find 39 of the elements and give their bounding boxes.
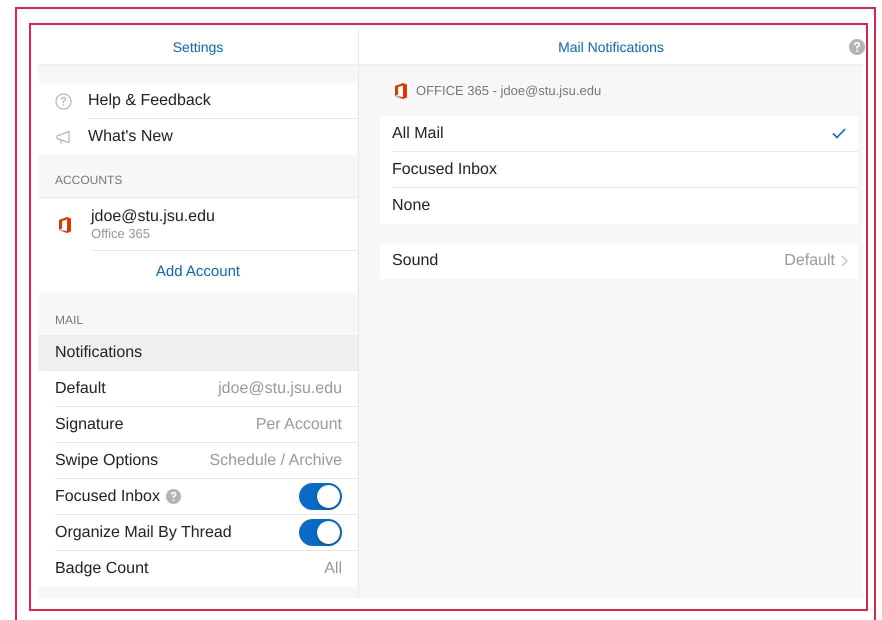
row-value: jdoe@stu.jsu.edu — [218, 378, 342, 398]
row-label: Focused Inbox — [55, 486, 160, 506]
sound-row[interactable]: Sound Default — [380, 243, 858, 279]
settings-item[interactable]: Help & Feedback — [38, 83, 358, 119]
help-icon — [55, 92, 72, 110]
row-value: All — [324, 559, 342, 579]
section-header: MAIL — [55, 312, 84, 329]
option-row[interactable]: All Mail — [380, 116, 858, 152]
office-logo-icon — [58, 216, 72, 234]
add-account-button[interactable]: Add Account — [156, 260, 240, 284]
megaphone-icon — [55, 130, 72, 144]
settings-item[interactable]: What's New — [38, 119, 358, 155]
account-item[interactable]: jdoe@stu.jsu.edu Office 365 — [38, 198, 358, 251]
row-label: Notifications — [55, 342, 142, 362]
account-email: jdoe@stu.jsu.edu — [91, 206, 216, 226]
office-logo-icon — [394, 82, 408, 100]
toggle-switch[interactable] — [299, 483, 342, 510]
account-label: OFFICE 365 - jdoe@stu.jsu.edu — [416, 82, 602, 100]
row-value: Per Account — [256, 414, 342, 434]
account-type: Office 365 — [91, 226, 152, 242]
row-value: Schedule / Archive — [209, 450, 342, 470]
option-label: All Mail — [392, 124, 444, 144]
option-row[interactable]: Focused Inbox — [380, 152, 858, 188]
row-label: Default — [55, 378, 106, 398]
row-label: Signature — [55, 414, 124, 434]
option-label: Focused Inbox — [392, 160, 497, 180]
settings-row[interactable]: Notifications — [38, 335, 358, 371]
detail-title: Mail Notifications — [558, 38, 664, 56]
section-header: ACCOUNTS — [55, 172, 122, 189]
option-label: None — [392, 196, 430, 216]
row-label: Badge Count — [55, 559, 148, 579]
sound-value: Default — [784, 251, 835, 271]
row-label: Organize Mail By Thread — [55, 522, 232, 542]
sidebar-title: Settings — [172, 38, 224, 57]
option-label: Sound — [392, 251, 438, 271]
toggle-switch[interactable] — [299, 519, 342, 546]
option-row[interactable]: None — [380, 188, 858, 224]
row-label: Swipe Options — [55, 450, 158, 470]
chevron-right-icon — [841, 255, 848, 267]
